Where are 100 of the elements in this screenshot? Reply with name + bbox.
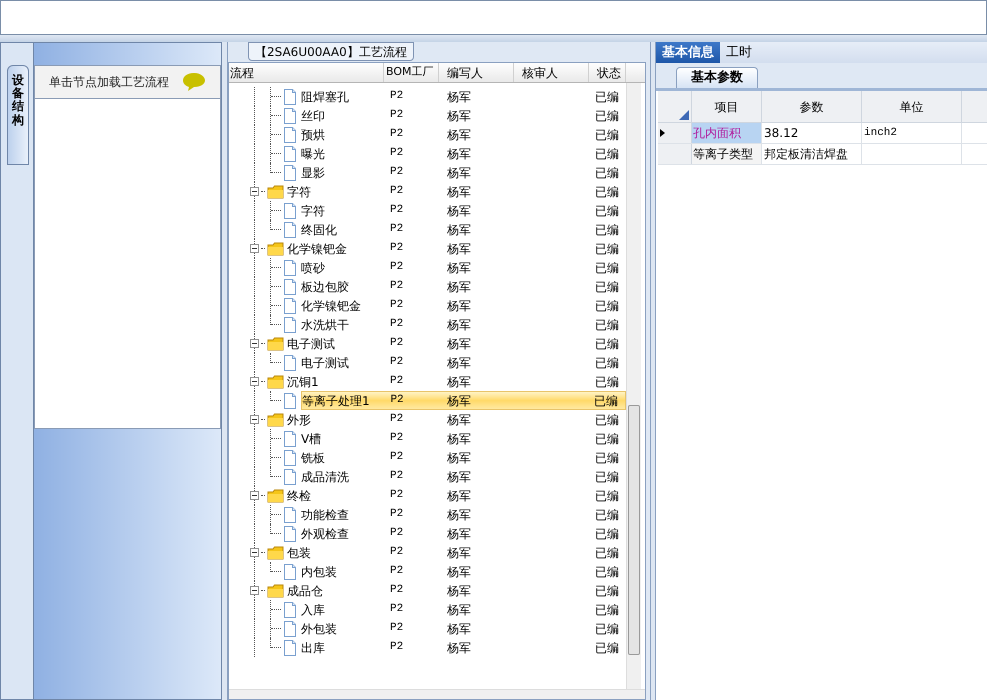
table-cell-text: P2 bbox=[389, 355, 404, 370]
table-cell-text: P2 bbox=[389, 108, 404, 124]
process-row[interactable]: 等离子处理1 P2 杨军 已编 bbox=[301, 391, 626, 410]
table-cell-text: 杨军 bbox=[446, 412, 472, 428]
document-icon bbox=[283, 620, 297, 636]
table-cell-text: 已编 bbox=[594, 108, 620, 124]
table-cell: 邦定板清洁焊盘 bbox=[762, 144, 862, 164]
process-row[interactable]: 丝印 P2 杨军 已编 bbox=[301, 106, 626, 125]
table-cell-text: 杨军 bbox=[446, 336, 472, 352]
process-row[interactable]: 沉铜1 P2 杨军 已编 bbox=[287, 372, 626, 391]
table-cell-text: P2 bbox=[389, 640, 404, 656]
process-row[interactable]: 曝光 P2 杨军 已编 bbox=[301, 144, 626, 163]
speech-bubble-icon bbox=[182, 72, 206, 92]
side-tab[interactable]: 设备结构 bbox=[7, 65, 29, 165]
process-row[interactable]: 外观检查 P2 杨军 已编 bbox=[301, 524, 626, 543]
process-row[interactable]: 外包装 P2 杨军 已编 bbox=[301, 619, 626, 638]
table-cell-text: 杨军 bbox=[446, 278, 472, 296]
process-row[interactable]: 终检 P2 杨军 已编 bbox=[287, 486, 626, 505]
table-cell-text: 杨军 bbox=[446, 222, 472, 238]
process-row[interactable]: 字符 P2 杨军 已编 bbox=[287, 182, 626, 201]
process-row[interactable]: 水洗烘干 P2 杨军 已编 bbox=[301, 315, 626, 334]
step-name: 字符 bbox=[301, 202, 326, 220]
process-row[interactable]: 阻焊塞孔 P2 杨军 已编 bbox=[301, 87, 626, 106]
process-row[interactable]: 化学镍钯金 P2 杨军 已编 bbox=[287, 239, 626, 258]
table-cell-text: 杨军 bbox=[446, 506, 472, 524]
process-row[interactable]: 出库 P2 杨军 已编 bbox=[301, 638, 626, 657]
tab[interactable]: 工时 bbox=[720, 42, 758, 63]
process-row[interactable]: 铣板 P2 杨军 已编 bbox=[301, 448, 626, 467]
tab[interactable]: 基本信息 bbox=[656, 42, 720, 63]
table-cell-text: 已编 bbox=[594, 488, 620, 504]
table-cell-text: P2 bbox=[389, 374, 404, 390]
column-header[interactable]: 编写人 bbox=[439, 63, 514, 82]
step-name: 终固化 bbox=[301, 222, 338, 238]
table-cell-text: 杨军 bbox=[446, 316, 472, 334]
collapse-icon[interactable] bbox=[250, 586, 259, 595]
collapse-icon[interactable] bbox=[250, 548, 259, 557]
document-icon bbox=[283, 430, 297, 446]
column-header[interactable]: 核审人 bbox=[514, 63, 589, 82]
row-header[interactable] bbox=[658, 123, 692, 143]
table-cell-text: 已编 bbox=[594, 146, 620, 162]
table-cell-text: 已编 bbox=[594, 620, 620, 638]
process-row[interactable]: 显影 P2 杨军 已编 bbox=[301, 163, 626, 182]
table-cell-text: P2 bbox=[389, 583, 404, 598]
scrollbar-thumb[interactable] bbox=[628, 405, 640, 655]
column-header[interactable]: 流程 bbox=[229, 63, 384, 82]
collapse-icon[interactable] bbox=[250, 339, 259, 348]
table-cell-text: 已编 bbox=[594, 240, 620, 258]
column-header[interactable]: 项目 bbox=[692, 91, 762, 122]
step-name: 成品清洗 bbox=[301, 468, 350, 486]
process-row[interactable]: 内包装 P2 杨军 已编 bbox=[301, 562, 626, 581]
process-row[interactable]: 电子测试 P2 杨军 已编 bbox=[287, 334, 626, 353]
collapse-icon[interactable] bbox=[250, 491, 259, 500]
process-row[interactable]: 字符 P2 杨军 已编 bbox=[301, 201, 626, 220]
step-name: 曝光 bbox=[301, 146, 326, 162]
column-header[interactable]: 状态 bbox=[589, 63, 626, 82]
step-name: 水洗烘干 bbox=[301, 316, 350, 334]
process-row[interactable]: 功能检查 P2 杨军 已编 bbox=[301, 505, 626, 524]
table-cell-text: P2 bbox=[389, 450, 404, 466]
document-icon bbox=[283, 354, 297, 370]
collapse-icon[interactable] bbox=[250, 415, 259, 424]
table-cell-text: 已编 bbox=[594, 260, 620, 276]
process-row[interactable]: 成品清洗 P2 杨军 已编 bbox=[301, 467, 626, 486]
document-icon bbox=[283, 202, 297, 218]
step-name: 铣板 bbox=[301, 450, 326, 466]
vertical-scrollbar[interactable] bbox=[626, 83, 641, 689]
process-row[interactable]: 喷砂 P2 杨军 已编 bbox=[301, 258, 626, 277]
column-header[interactable]: 参数 bbox=[762, 91, 862, 122]
folder-icon bbox=[267, 374, 284, 388]
process-row[interactable]: 包装 P2 杨军 已编 bbox=[287, 543, 626, 562]
process-row[interactable]: 板边包胶 P2 杨军 已编 bbox=[301, 277, 626, 296]
collapse-icon[interactable] bbox=[250, 187, 259, 196]
process-row[interactable]: 外形 P2 杨军 已编 bbox=[287, 410, 626, 429]
table-cell: 等离子类型 bbox=[692, 144, 762, 164]
document-icon bbox=[283, 88, 297, 104]
column-header[interactable]: BOM工厂 bbox=[384, 63, 439, 82]
step-name: 预烘 bbox=[301, 126, 326, 144]
tab[interactable]: 基本参数 bbox=[676, 67, 758, 88]
column-header[interactable]: 单位 bbox=[862, 91, 962, 122]
process-row[interactable]: 电子测试 P2 杨军 已编 bbox=[301, 353, 626, 372]
process-row[interactable]: 成品仓 P2 杨军 已编 bbox=[287, 581, 626, 600]
step-name: 板边包胶 bbox=[301, 278, 350, 296]
table-cell-text: P2 bbox=[389, 317, 404, 332]
collapse-icon[interactable] bbox=[250, 244, 259, 253]
folder-icon bbox=[267, 546, 284, 560]
step-name: 成品仓 bbox=[287, 582, 324, 600]
document-icon bbox=[283, 564, 297, 580]
table-cell-text: P2 bbox=[389, 127, 404, 142]
document-icon bbox=[283, 278, 297, 294]
step-name: 内包装 bbox=[301, 564, 338, 580]
horizontal-scrollbar[interactable] bbox=[229, 689, 645, 699]
process-row[interactable]: 预烘 P2 杨军 已编 bbox=[301, 125, 626, 144]
table-cell-text: P2 bbox=[389, 431, 404, 446]
collapse-icon[interactable] bbox=[250, 377, 259, 386]
process-row[interactable]: 终固化 P2 杨军 已编 bbox=[301, 220, 626, 239]
table-cell-text: 杨军 bbox=[446, 240, 472, 258]
process-row[interactable]: V槽 P2 杨军 已编 bbox=[301, 429, 626, 448]
process-row[interactable]: 入库 P2 杨军 已编 bbox=[301, 600, 626, 619]
table-cell-text: 杨军 bbox=[446, 354, 472, 372]
table-cell-text: P2 bbox=[389, 526, 404, 542]
process-row[interactable]: 化学镍钯金 P2 杨军 已编 bbox=[301, 296, 626, 315]
